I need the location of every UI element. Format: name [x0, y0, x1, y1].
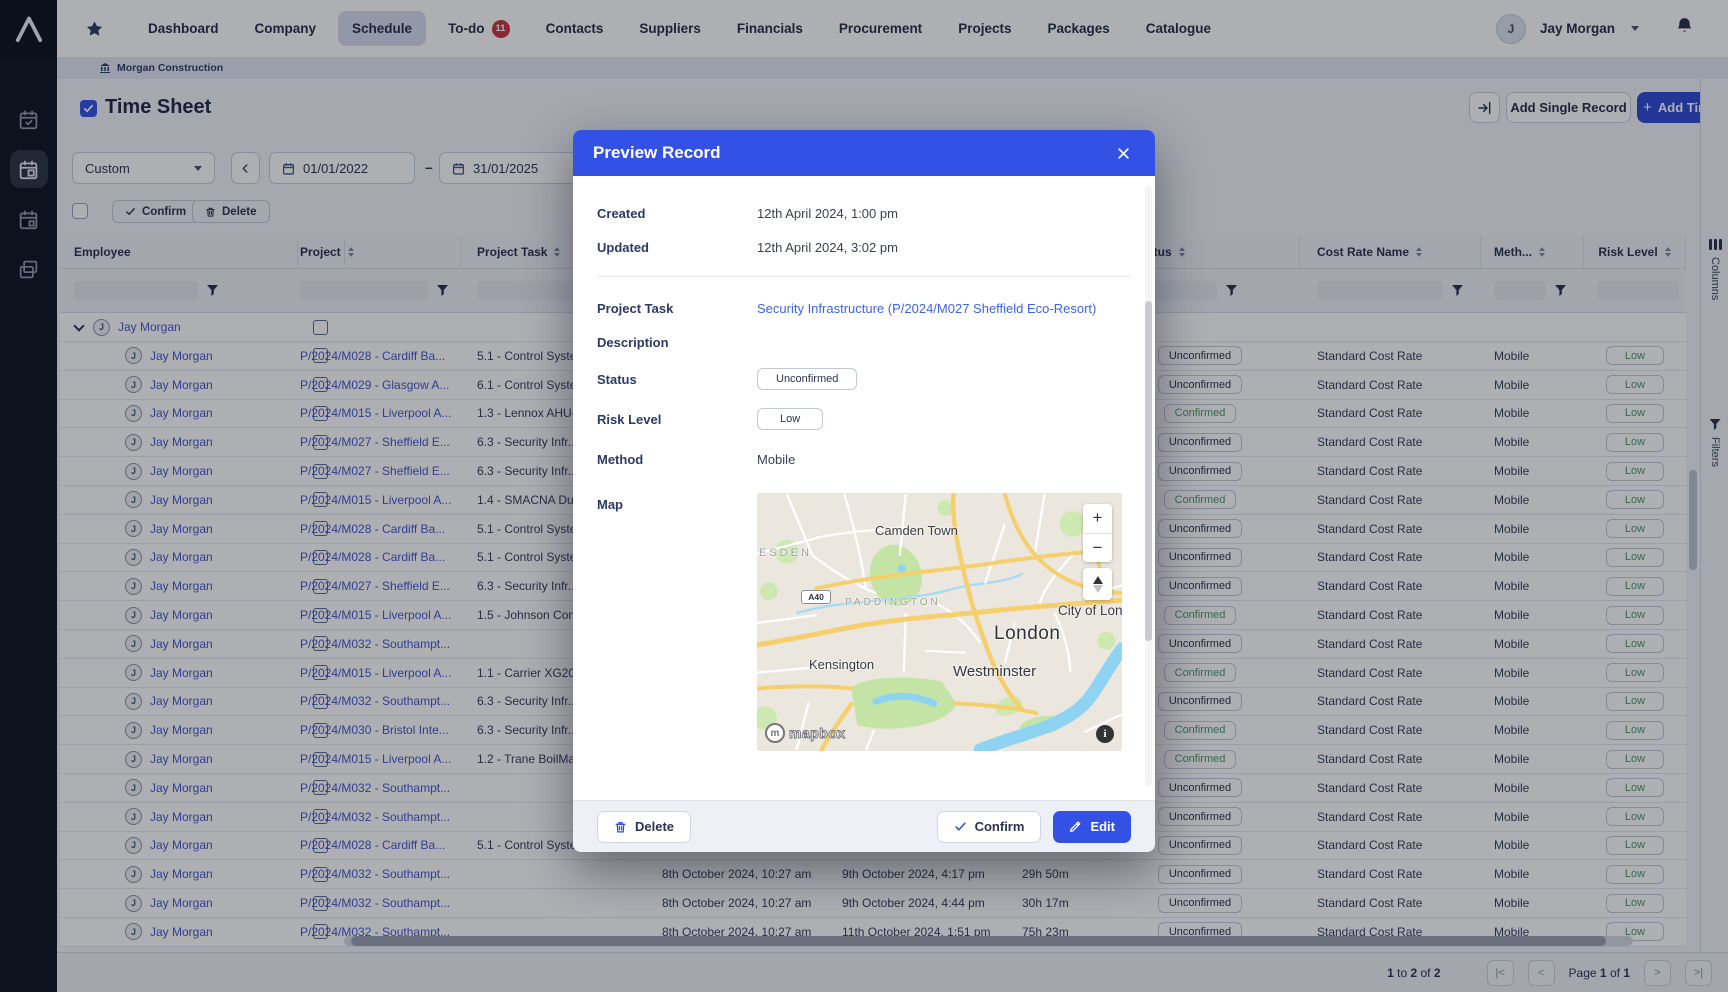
risk-level-label: Risk Level [597, 412, 757, 427]
updated-field: Updated 12th April 2024, 3:02 pm [597, 230, 1131, 264]
mapbox-wordmark: mapbox [789, 725, 846, 741]
created-field: Created 12th April 2024, 1:00 pm [597, 196, 1131, 230]
method-field: Method Mobile [597, 439, 1131, 479]
compass-south-icon [1093, 585, 1103, 593]
map-zoom-in-button[interactable]: + [1083, 504, 1112, 534]
map-place-label-paddington: PADDINGTON [845, 597, 941, 608]
divider [597, 276, 1131, 277]
updated-value: 12th April 2024, 3:02 pm [757, 240, 898, 255]
map-place-label-city: City of Londo [1058, 603, 1122, 618]
pencil-icon [1069, 820, 1082, 833]
a40-road-badge: A40 [801, 590, 831, 604]
status-field: Status Unconfirmed [597, 359, 1131, 399]
map-place-label-kensington: Kensington [809, 657, 874, 672]
map-zoom-out-button[interactable]: − [1083, 534, 1112, 563]
trash-icon [614, 820, 627, 834]
risk-level-badge: Low [757, 408, 823, 430]
modal-footer: Delete Confirm Edit [573, 800, 1155, 852]
map-place-label-london: London [994, 623, 1060, 645]
updated-label: Updated [597, 240, 757, 255]
map-field: Map [597, 479, 1131, 751]
compass-north-icon [1093, 576, 1103, 584]
description-label: Description [597, 335, 757, 350]
modal-body: Created 12th April 2024, 1:00 pm Updated… [573, 176, 1155, 800]
created-label: Created [597, 206, 757, 221]
check-icon [954, 820, 967, 833]
confirm-button[interactable]: Confirm [937, 811, 1042, 843]
map-place-label-camden: Camden Town [875, 523, 958, 538]
method-label: Method [597, 452, 757, 467]
mapbox-circle-icon: m [765, 723, 785, 743]
delete-button[interactable]: Delete [597, 811, 691, 843]
map-place-label-esden: ESDEN [759, 547, 812, 559]
description-field: Description [597, 325, 1131, 359]
map-zoom-controls: + − [1083, 504, 1112, 562]
modal-scrollbar[interactable] [1145, 186, 1152, 786]
preview-record-modal: Preview Record Created 12th April 2024, … [573, 130, 1155, 852]
status-badge: Unconfirmed [757, 368, 857, 390]
close-icon[interactable] [1111, 141, 1135, 165]
modal-header: Preview Record [573, 130, 1155, 176]
map-label: Map [597, 497, 757, 512]
mapbox-logo[interactable]: m mapbox [765, 723, 846, 743]
project-task-field: Project Task Security Infrastructure (P/… [597, 291, 1131, 325]
modal-scrollbar-thumb[interactable] [1145, 301, 1152, 641]
location-map[interactable]: ESDEN Camden Town PADDINGTON City of Londo L… [757, 493, 1122, 751]
map-place-label-westminster: Westminster [953, 663, 1036, 680]
project-task-link[interactable]: Security Infrastructure (P/2024/M027 She… [757, 301, 1096, 316]
risk-level-field: Risk Level Low [597, 399, 1131, 439]
app-window: DashboardCompanyScheduleTo-do11ContactsS… [0, 0, 1728, 992]
created-value: 12th April 2024, 1:00 pm [757, 206, 898, 221]
map-compass-control[interactable] [1083, 568, 1112, 600]
map-attribution-info-button[interactable]: i [1096, 725, 1114, 743]
edit-button[interactable]: Edit [1053, 811, 1131, 843]
method-value: Mobile [757, 452, 795, 467]
project-task-label: Project Task [597, 301, 757, 316]
modal-title: Preview Record [593, 143, 721, 163]
status-label: Status [597, 372, 757, 387]
